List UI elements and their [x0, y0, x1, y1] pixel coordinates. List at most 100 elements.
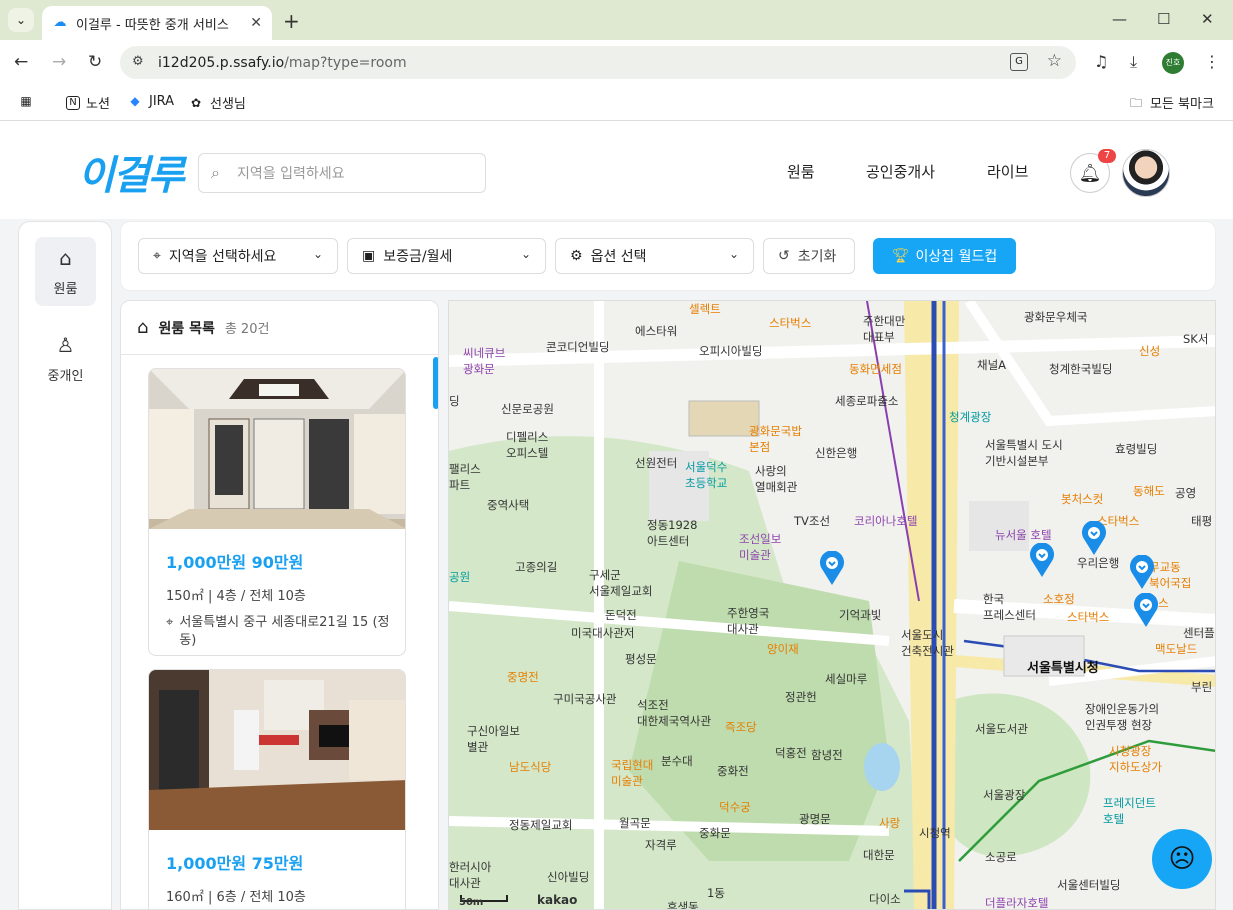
room-marker-icon[interactable] — [1081, 521, 1107, 555]
nav-live[interactable]: 라이브 — [987, 161, 1028, 182]
map-label-poi: 돈덕전 — [605, 608, 637, 622]
map-label-poi: 뉴서울 호텔 — [995, 528, 1052, 542]
map-label-poi: 정동제일교회 — [509, 818, 573, 832]
close-tab-icon[interactable]: ✕ — [250, 15, 262, 31]
map-label-poi: 에스타워 — [635, 324, 678, 338]
map-label-library: 서울도서관 — [975, 722, 1028, 736]
new-tab-button[interactable]: + — [283, 9, 300, 33]
room-photo — [149, 369, 405, 529]
logo[interactable]: 이걸루 — [78, 143, 184, 201]
apps-icon[interactable]: ▦ — [18, 93, 34, 109]
room-marker-icon[interactable] — [1129, 555, 1155, 589]
chevron-down-icon: ⌄ — [520, 247, 531, 261]
map-label-poi: 공원 — [449, 570, 471, 584]
region-search-input[interactable]: ⌕ 지역을 입력하세요 — [198, 153, 486, 193]
map-label-poi: 공영 — [1175, 486, 1197, 500]
map-label-poi: 서울도시 건축전시관 — [901, 628, 954, 658]
location-pin-icon: ⌖ — [166, 615, 174, 630]
map-label-poi: SK서 — [1183, 332, 1209, 346]
site-info-icon[interactable]: ⚙ — [132, 54, 144, 69]
browser-toolbar: ← → ↻ ⚙ i12d205.p.ssafy.io/map?type=room… — [0, 40, 1233, 85]
maximize-icon[interactable]: ☐ — [1157, 10, 1170, 28]
map-label-city-hall: 서울특별시청 — [1027, 661, 1099, 676]
map-label-poi: 자격루 — [645, 838, 677, 852]
deposit-select[interactable]: ▣ 보증금/월세 ⌄ — [347, 238, 546, 274]
map-label-starbucks: 스타벅스 — [1067, 610, 1110, 624]
room-meta: 150㎡ | 4층 / 전체 10층 — [166, 589, 306, 604]
map-label-poi: 신성 — [1139, 344, 1161, 358]
minimize-icon[interactable]: — — [1112, 10, 1127, 28]
room-marker-icon[interactable] — [1029, 543, 1055, 577]
app-root: 이걸루 ⌕ 지역을 입력하세요 원룸 공인중개사 라이브 🔔︎ 7 ⌂ 원룸 ♙… — [0, 121, 1233, 910]
back-icon[interactable]: ← — [14, 52, 28, 72]
media-icon[interactable]: ♫ — [1094, 52, 1108, 71]
map-label-poi: 장애인운동가의 인권투쟁 현장 — [1085, 702, 1160, 732]
map-label-poi: 프레지던트 호텔 — [1103, 796, 1156, 826]
browser-tabstrip: ⌄ ☁ 이걸루 - 따뜻한 중개 서비스 ✕ + — ☐ ✕ — [0, 0, 1233, 40]
site-favicon-icon: ☁ — [53, 15, 67, 30]
map-view[interactable]: 에스타워 콘코디언빌딩 오피시아빌딩 스타벅스 동화면세점 광화문우체국 청계한… — [448, 300, 1216, 910]
sidebar-item-oneroom[interactable]: ⌂ 원룸 — [35, 237, 96, 306]
worldcup-button[interactable]: 🏆︎ 이상집 월드컵 — [873, 238, 1016, 274]
map-label-poi: 부린 — [1191, 680, 1213, 694]
person-icon: ♙ — [56, 333, 75, 357]
map-label-poi: 씨네큐브 광화문 — [463, 346, 506, 376]
nav-agent[interactable]: 공인중개사 — [866, 161, 935, 182]
room-marker-icon[interactable] — [819, 551, 845, 585]
nav-oneroom[interactable]: 원룸 — [787, 161, 815, 182]
map-label-poi: 주한영국 대사관 — [727, 606, 770, 636]
close-window-icon[interactable]: ✕ — [1201, 10, 1214, 28]
address-bar[interactable]: ⚙ i12d205.p.ssafy.io/map?type=room G ☆ — [120, 46, 1076, 79]
chevron-down-icon: ⌄ — [312, 247, 323, 261]
room-meta: 160㎡ | 6층 / 전체 10층 — [166, 890, 306, 905]
room-marker-icon[interactable] — [1133, 593, 1159, 627]
reload-icon[interactable]: ↻ — [88, 52, 102, 72]
search-icon: ⌕ — [211, 163, 220, 182]
map-label-press: 한국 프레스센터 — [983, 592, 1036, 622]
list-scrollbar[interactable] — [433, 357, 438, 409]
sidebar-item-agent[interactable]: ♙ 중개인 — [35, 324, 96, 393]
jira-icon: ◆ — [130, 94, 140, 108]
room-card[interactable]: 1,000만원 75만원 160㎡ | 6층 / 전체 10층 — [148, 669, 406, 909]
map-label-poi: TV조선 — [794, 514, 831, 528]
map-label-woori: 우리은행 — [1077, 556, 1120, 570]
all-bookmarks[interactable]: 🗀 모든 북마크 — [1128, 93, 1214, 113]
forward-icon[interactable]: → — [52, 52, 66, 72]
map-label-deoksugung: 덕수궁 — [719, 800, 751, 814]
translate-icon[interactable]: G — [1010, 53, 1028, 71]
room-list-header: ⌂ 원룸 목록 총 20건 — [121, 301, 438, 355]
bookmark-star-icon[interactable]: ☆ — [1047, 51, 1062, 71]
options-select[interactable]: ⚙ 옵션 선택 ⌄ — [555, 238, 754, 274]
map-label-poi: 기억과빛 — [839, 608, 882, 622]
tab-search-button[interactable]: ⌄ — [8, 8, 34, 32]
map-label-poi: 광화문우체국 — [1024, 310, 1088, 324]
map-label-poi: 시청광장 지하도상가 — [1109, 744, 1162, 774]
app-header: 이걸루 ⌕ 지역을 입력하세요 원룸 공인중개사 라이브 🔔︎ 7 — [0, 121, 1233, 219]
map-label-poi: 양이재 — [767, 642, 799, 656]
room-card[interactable]: 1,000만원 90만원 150㎡ | 4층 / 전체 10층 ⌖ 서울특별시 … — [148, 368, 406, 656]
bookmark-teacher[interactable]: ✿ 선생님 — [188, 93, 246, 113]
map-scale: 50m — [459, 897, 484, 908]
map-label-poi: 채널A — [977, 358, 1007, 372]
map-label-soho: 소호정 — [1043, 592, 1075, 606]
room-price: 1,000만원 90만원 — [166, 553, 304, 572]
download-icon[interactable]: ⤓ — [1130, 52, 1137, 72]
reset-button[interactable]: ↺ 초기화 — [763, 238, 855, 274]
map-label-poi: 청계광장 — [949, 410, 992, 424]
chatbot-button[interactable]: ☹ — [1152, 829, 1212, 889]
user-avatar[interactable] — [1122, 149, 1170, 197]
home-icon: ⌂ — [137, 317, 149, 338]
map-label-poi: 함녕전 — [811, 748, 843, 762]
bookmark-jira[interactable]: ◆ JIRA — [127, 93, 174, 109]
map-label-poi: 딩 — [449, 394, 460, 408]
menu-icon[interactable]: ⋮ — [1204, 52, 1220, 71]
map-label-poi: 서울특별시 도시 기반시설본부 — [985, 438, 1063, 468]
region-select[interactable]: ⌖ 지역을 선택하세요 ⌄ — [138, 238, 338, 274]
browser-tab[interactable]: ☁ 이걸루 - 따뜻한 중개 서비스 ✕ — [42, 6, 272, 40]
map-label-poi: 효령빌딩 — [1115, 442, 1158, 456]
room-count: 총 20건 — [224, 322, 270, 337]
bookmark-notion[interactable]: N 노션 — [66, 93, 110, 112]
room-list-panel: ⌂ 원룸 목록 총 20건 1,000만원 90만원 150㎡ | 4층 / 전… — [120, 300, 439, 910]
map-label-poi: 정동1928 아트센터 — [647, 518, 698, 548]
profile-avatar[interactable]: 진호 — [1162, 52, 1184, 74]
